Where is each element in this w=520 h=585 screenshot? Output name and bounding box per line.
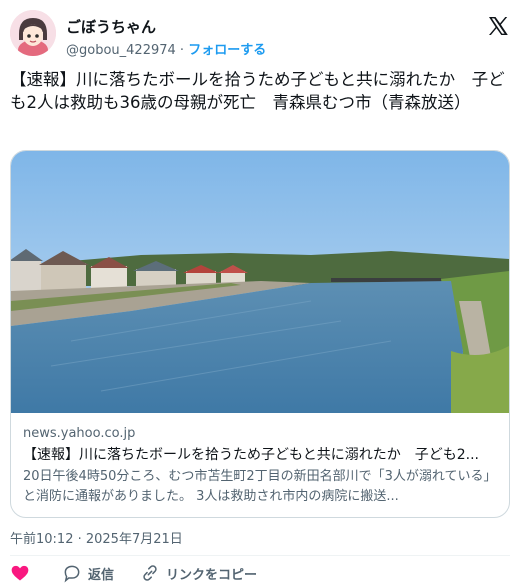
card-domain: news.yahoo.co.jp bbox=[23, 426, 136, 441]
reply-icon bbox=[64, 565, 80, 583]
tweet-header: ごぼうちゃん @gobou_422974 · フォローする bbox=[10, 8, 510, 60]
reply-button[interactable]: 返信 bbox=[62, 563, 114, 583]
tweet-text: 【速報】川に落ちたボールを拾うため子どもと共に溺れたか 子ども2人は救助も36歳… bbox=[10, 70, 505, 112]
separator-dot: · bbox=[179, 43, 185, 58]
card-description: 20日午後4時50分ころ、むつ市苫生町2丁目の新田名部川で「3人が溺れている」と… bbox=[23, 469, 497, 504]
divider bbox=[10, 555, 510, 556]
card-title[interactable]: 【速報】川に落ちたボールを拾うため子どもと共に溺れたか 子ども2... bbox=[23, 445, 499, 465]
action-bar: 返信 リンクをコピー bbox=[10, 563, 510, 585]
handle-row: @gobou_422974 · フォローする bbox=[66, 39, 266, 58]
heart-icon bbox=[11, 565, 29, 581]
x-logo-icon[interactable] bbox=[486, 14, 510, 38]
follow-button[interactable]: フォローする bbox=[188, 43, 266, 58]
card-meta: news.yahoo.co.jp 【速報】川に落ちたボールを拾うため子どもと共に… bbox=[23, 425, 499, 507]
like-button[interactable] bbox=[10, 563, 30, 583]
reply-label: 返信 bbox=[88, 567, 115, 583]
avatar[interactable] bbox=[10, 10, 56, 56]
copy-link-button[interactable]: リンクをコピー bbox=[140, 563, 257, 583]
copy-link-label: リンクをコピー bbox=[166, 567, 258, 583]
user-handle[interactable]: @gobou_422974 bbox=[66, 43, 176, 58]
card-image bbox=[11, 151, 509, 413]
link-icon bbox=[143, 565, 157, 581]
display-name[interactable]: ごぼうちゃん bbox=[66, 16, 156, 37]
link-card[interactable]: news.yahoo.co.jp 【速報】川に落ちたボールを拾うため子どもと共に… bbox=[10, 150, 510, 518]
tweet-timestamp[interactable]: 午前10:12 · 2025年7月21日 bbox=[10, 528, 183, 547]
